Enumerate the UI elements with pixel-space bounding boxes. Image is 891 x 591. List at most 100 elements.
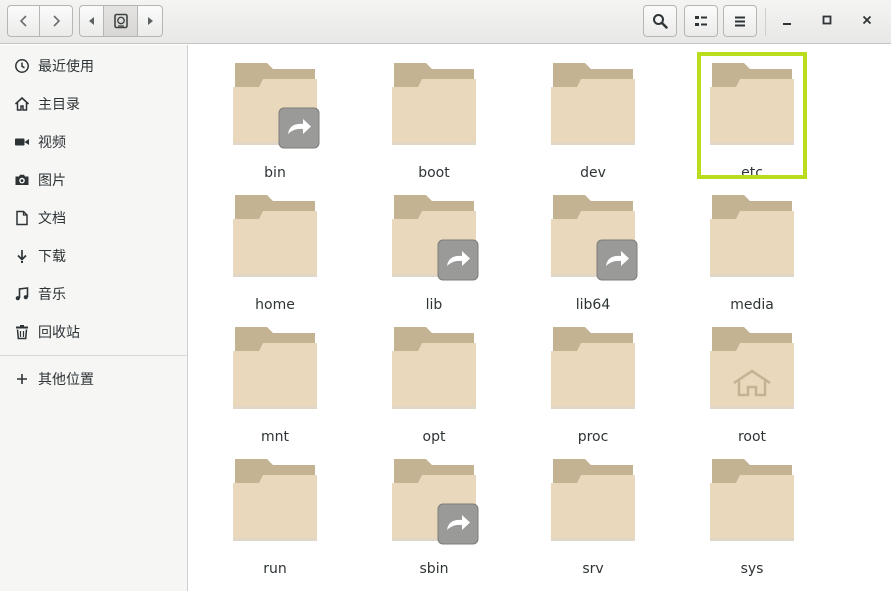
sidebar-item-label: 最近使用 (38, 59, 94, 75)
file-item-sbin[interactable]: sbin (379, 451, 489, 577)
trash-icon (13, 323, 31, 341)
folder-icon (551, 63, 635, 145)
maximize-button[interactable] (812, 7, 842, 37)
maximize-icon (821, 14, 833, 30)
file-item-sys[interactable]: sys (697, 451, 807, 577)
file-item-root[interactable]: root (697, 319, 807, 445)
file-item-media[interactable]: media (697, 187, 807, 313)
file-name: home (255, 297, 295, 313)
file-name: run (263, 561, 287, 577)
file-name: opt (422, 429, 446, 445)
triangle-left-icon (88, 16, 96, 26)
home-icon (13, 95, 31, 113)
search-button[interactable] (643, 5, 677, 37)
file-item-bin[interactable]: bin (220, 55, 330, 181)
file-item-mnt[interactable]: mnt (220, 319, 330, 445)
close-button[interactable] (852, 7, 882, 37)
folder-icon (710, 459, 794, 541)
file-name: lib64 (575, 297, 611, 313)
file-name: mnt (261, 429, 289, 445)
file-icon-view: bin boot dev etc home lib lib64 media mn… (189, 45, 891, 591)
forward-button[interactable] (40, 5, 73, 37)
sidebar-item-pictures[interactable]: 图片 (0, 162, 187, 198)
sidebar-item-downloads[interactable]: 下载 (0, 238, 187, 274)
file-name: srv (582, 561, 604, 577)
list-view-icon (693, 13, 709, 29)
file-item-opt[interactable]: opt (379, 319, 489, 445)
sidebar-separator (0, 355, 187, 356)
folder-icon (710, 195, 794, 277)
chevron-left-icon (18, 14, 30, 28)
sidebar-item-label: 文档 (38, 211, 66, 227)
header-separator (765, 8, 766, 36)
minimize-icon (781, 14, 793, 30)
file-item-run[interactable]: run (220, 451, 330, 577)
folder-icon (551, 459, 635, 541)
file-name: root (737, 429, 767, 445)
symlink-emblem-icon (278, 107, 320, 149)
download-icon (13, 247, 31, 265)
file-item-proc[interactable]: proc (538, 319, 648, 445)
file-item-dev[interactable]: dev (538, 55, 648, 181)
sidebar-item-label: 回收站 (38, 325, 80, 341)
hamburger-menu-icon (732, 13, 748, 29)
symlink-emblem-icon (437, 239, 479, 281)
file-name: bin (264, 165, 286, 181)
file-name: proc (577, 429, 609, 445)
file-item-lib[interactable]: lib (379, 187, 489, 313)
view-mode-button[interactable] (684, 5, 718, 37)
folder-icon (710, 63, 794, 145)
sidebar-item-music[interactable]: 音乐 (0, 276, 187, 312)
path-bar-root-button[interactable] (104, 5, 138, 37)
file-name: media (730, 297, 774, 313)
file-name: lib (425, 297, 443, 313)
path-bar-prev-button[interactable] (79, 5, 104, 37)
sidebar-item-label: 视频 (38, 135, 66, 151)
folder-icon (233, 327, 317, 409)
sidebar: 最近使用 主目录 视频 图片 文档 下载 音乐 回收站 其他位置 (0, 45, 188, 591)
folder-icon (392, 327, 476, 409)
close-icon (861, 14, 873, 30)
file-item-etc[interactable]: etc (697, 52, 807, 181)
file-name: sys (740, 561, 764, 577)
file-item-home[interactable]: home (220, 187, 330, 313)
path-bar-next-button[interactable] (138, 5, 163, 37)
sidebar-item-other-locations[interactable]: 其他位置 (0, 361, 187, 397)
symlink-emblem-icon (437, 503, 479, 545)
search-icon (652, 13, 668, 29)
symlink-emblem-icon (596, 239, 638, 281)
file-item-lib64[interactable]: lib64 (538, 187, 648, 313)
folder-icon (233, 459, 317, 541)
clock-icon (13, 57, 31, 75)
file-name: sbin (419, 561, 449, 577)
file-name: etc (741, 165, 763, 181)
folder-icon (392, 63, 476, 145)
minimize-button[interactable] (772, 7, 802, 37)
sidebar-item-documents[interactable]: 文档 (0, 200, 187, 236)
sidebar-item-recent[interactable]: 最近使用 (0, 48, 187, 84)
folder-icon (551, 327, 635, 409)
camera-icon (13, 171, 31, 189)
folder-icon (233, 195, 317, 277)
sidebar-item-videos[interactable]: 视频 (0, 124, 187, 160)
sidebar-item-label: 主目录 (38, 97, 80, 113)
file-item-boot[interactable]: boot (379, 55, 489, 181)
document-icon (13, 209, 31, 227)
sidebar-item-label: 其他位置 (38, 372, 94, 388)
sidebar-item-label: 图片 (38, 173, 66, 189)
back-button[interactable] (7, 5, 40, 37)
header-bar (0, 0, 891, 44)
sidebar-item-home[interactable]: 主目录 (0, 86, 187, 122)
sidebar-item-label: 下载 (38, 249, 66, 265)
plus-icon (13, 370, 31, 388)
sidebar-item-trash[interactable]: 回收站 (0, 314, 187, 350)
file-name: boot (418, 165, 450, 181)
drive-icon (113, 13, 129, 29)
file-item-srv[interactable]: srv (538, 451, 648, 577)
sidebar-item-label: 音乐 (38, 287, 66, 303)
triangle-right-icon (146, 16, 154, 26)
menu-button[interactable] (723, 5, 757, 37)
music-icon (13, 285, 31, 303)
home-emblem-icon (733, 369, 771, 397)
video-icon (13, 133, 31, 151)
